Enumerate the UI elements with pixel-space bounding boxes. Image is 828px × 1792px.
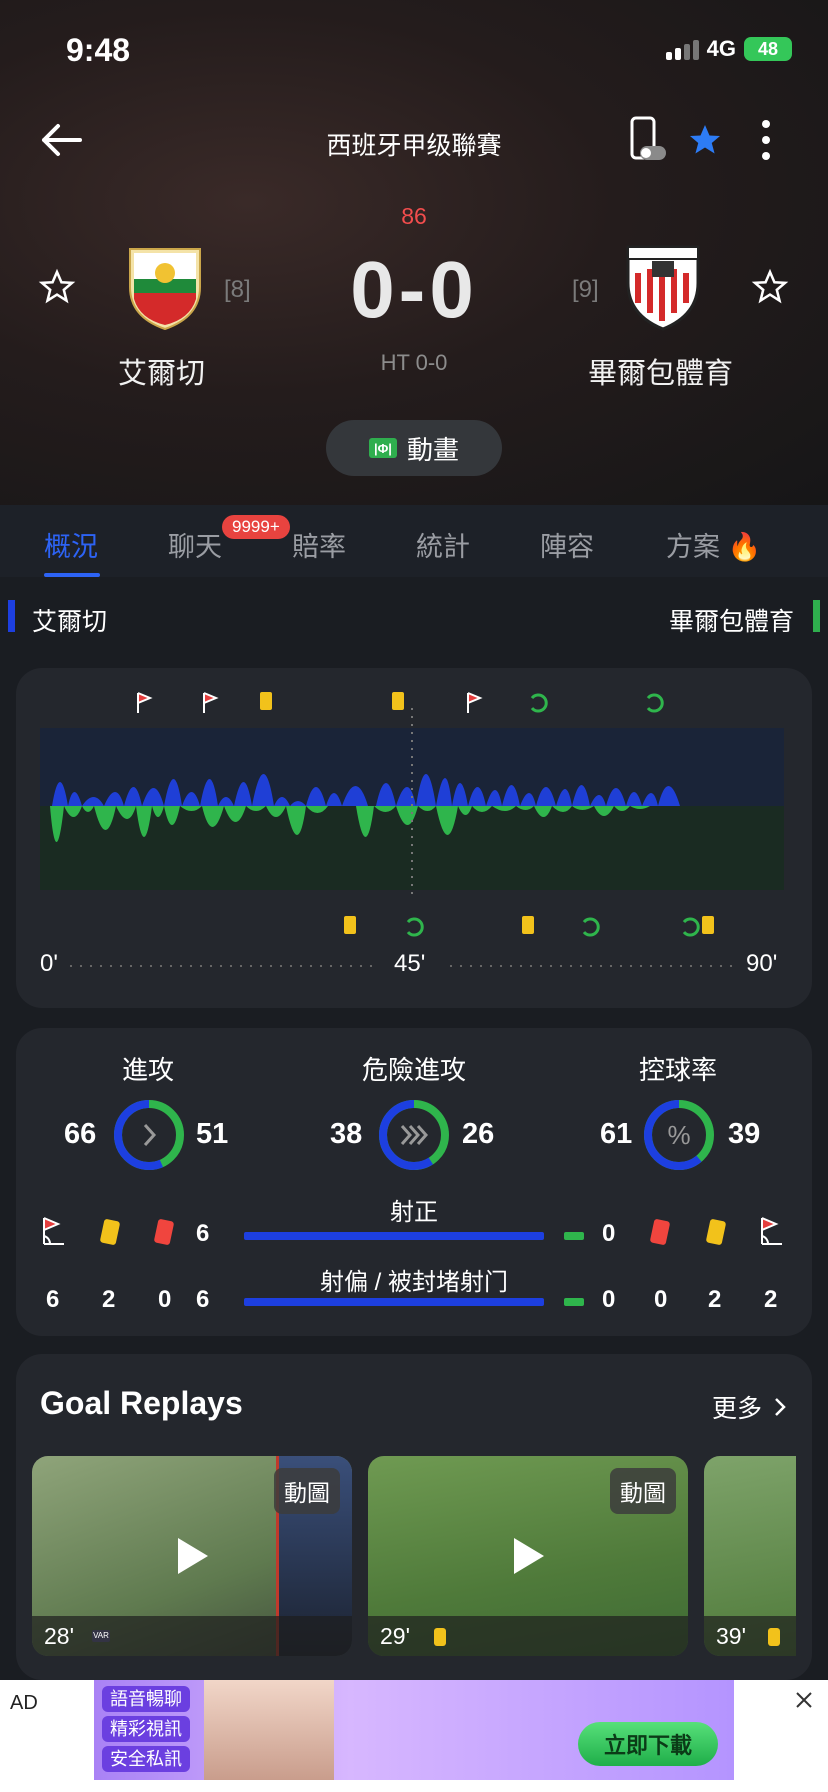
tab-overview[interactable]: 概況 xyxy=(44,525,98,564)
on-target-home-bar xyxy=(244,1232,544,1240)
video-1-footer xyxy=(32,1616,352,1656)
video-2-tag: 動圖 xyxy=(610,1468,676,1514)
animation-pitch-icon: |Φ| xyxy=(368,438,397,458)
svg-text:%: % xyxy=(667,1120,690,1150)
stats-card: 進攻 危險進攻 控球率 66 51 38 26 61 % 39 6 射正 0 6… xyxy=(16,1028,812,1336)
tab-bar: 概況 聊天 9999+ 賠率 統計 陣容 方案 🔥 xyxy=(0,505,828,577)
off-target-away: 0 xyxy=(602,1286,616,1313)
away-corners: 2 xyxy=(764,1286,778,1313)
dangerous-attack-ring xyxy=(379,1100,449,1170)
video-3-minute: 39' xyxy=(716,1623,746,1649)
replays-title: Goal Replays xyxy=(40,1385,243,1421)
clock: 9:48 xyxy=(66,32,131,68)
off-target-home-bar xyxy=(244,1298,544,1306)
possession-ring: % xyxy=(644,1100,714,1170)
away-follow-star-icon[interactable] xyxy=(751,268,789,306)
possession-label: 控球率 xyxy=(638,1055,717,1085)
phone-toggle-icon[interactable] xyxy=(628,116,668,162)
network-label: 4G xyxy=(706,36,736,61)
away-color-bar xyxy=(813,600,820,632)
signal-icon xyxy=(665,38,699,60)
video-1-tag: 動圖 xyxy=(274,1468,340,1514)
attack-ring xyxy=(114,1100,184,1170)
team-legend: 艾爾切 畢爾包體育 xyxy=(0,580,828,652)
ad-download-button[interactable]: 立即下載 xyxy=(578,1722,718,1766)
ad-chip-2: 精彩視訊 xyxy=(102,1716,190,1742)
athletic-club-crest-icon[interactable] xyxy=(622,243,704,331)
battery-icon: 48 xyxy=(744,37,792,61)
off-target-away-bar xyxy=(564,1298,584,1306)
favorite-star-icon[interactable] xyxy=(686,122,724,158)
away-corner-flag-icon xyxy=(761,1217,782,1245)
var-icon: VAR xyxy=(92,1630,110,1642)
off-target-label: 射偏 / 被封堵射门 xyxy=(319,1269,508,1296)
attack-home: 66 xyxy=(64,1118,97,1150)
more-link[interactable]: 更多 xyxy=(712,1389,786,1425)
play-icon[interactable] xyxy=(172,1534,212,1578)
tab-chat[interactable]: 聊天 xyxy=(168,525,222,564)
ad-photo xyxy=(204,1680,334,1780)
attack-away: 51 xyxy=(196,1118,229,1150)
animation-button[interactable]: |Φ| 動畫 xyxy=(326,420,502,476)
replay-video-2[interactable]: 動圖 29' xyxy=(368,1456,688,1656)
on-target-label: 射正 xyxy=(390,1199,438,1226)
animation-label: 動畫 xyxy=(406,434,459,465)
on-target-away-bar xyxy=(564,1232,584,1240)
tab-tips[interactable]: 方案 🔥 xyxy=(666,525,761,564)
active-tab-indicator xyxy=(44,573,100,577)
fire-icon: 🔥 xyxy=(727,532,762,562)
ad-label: AD xyxy=(10,1692,38,1714)
possession-home: 61 xyxy=(600,1118,633,1150)
chat-count-badge: 9999+ xyxy=(222,515,290,539)
ad-chip-3: 安全私訊 xyxy=(102,1746,190,1772)
video-1-minute: 28' xyxy=(44,1623,74,1649)
video-2-yellow-card-icon xyxy=(434,1628,446,1646)
dangerous-away: 26 xyxy=(462,1118,495,1150)
tab-tips-label: 方案 xyxy=(666,532,720,562)
match-minute: 86 xyxy=(401,203,427,229)
legend-home-team: 艾爾切 xyxy=(32,608,108,636)
ad-image[interactable]: 語音暢聊 精彩視訊 安全私訊 立即下載 xyxy=(94,1680,734,1780)
home-color-bar xyxy=(8,600,15,632)
replay-video-1[interactable]: 動圖 28' VAR xyxy=(32,1456,352,1656)
ad-chip-1: 語音暢聊 xyxy=(102,1686,190,1712)
axis-start-label: 0' xyxy=(40,950,58,977)
away-red-count: 0 xyxy=(654,1286,668,1313)
attack-label: 進攻 xyxy=(121,1055,174,1085)
away-team-name[interactable]: 畢爾包體育 xyxy=(588,350,733,392)
away-yellow-count: 2 xyxy=(708,1286,722,1313)
home-rank: [8] xyxy=(224,276,251,303)
axis-half-label: 45' xyxy=(394,950,426,977)
top-bar: 西班牙甲级聯賽 xyxy=(0,110,828,170)
more-menu-icon[interactable] xyxy=(762,120,770,160)
away-rank: [9] xyxy=(572,276,599,303)
dangerous-home: 38 xyxy=(330,1118,363,1150)
status-bar: 9:48 4G 48 xyxy=(0,28,828,72)
dangerous-attack-label: 危險進攻 xyxy=(361,1055,466,1085)
ad-banner[interactable]: AD 語音暢聊 精彩視訊 安全私訊 立即下載 xyxy=(0,1680,828,1792)
on-target-away: 0 xyxy=(602,1220,616,1247)
home-team-name[interactable]: 艾爾切 xyxy=(118,350,205,392)
video-2-footer xyxy=(368,1616,688,1656)
away-red-card-icon xyxy=(649,1218,671,1246)
tab-lineup[interactable]: 陣容 xyxy=(540,525,594,564)
video-3-yellow-card-icon xyxy=(768,1628,780,1646)
legend-away-team: 畢爾包體育 xyxy=(668,608,794,636)
possession-away: 39 xyxy=(728,1118,761,1150)
tab-odds[interactable]: 賠率 xyxy=(292,525,346,564)
chevron-right-icon xyxy=(775,1398,786,1416)
elche-crest-icon[interactable] xyxy=(124,243,206,331)
close-icon[interactable] xyxy=(794,1690,814,1710)
home-follow-star-icon[interactable] xyxy=(38,268,76,306)
more-label: 更多 xyxy=(711,1395,762,1423)
away-yellow-card-icon xyxy=(705,1218,727,1246)
replay-video-3[interactable]: 39' xyxy=(704,1456,796,1656)
play-icon[interactable] xyxy=(508,1534,548,1578)
tab-stats[interactable]: 統計 xyxy=(416,525,470,564)
axis-end-label: 90' xyxy=(746,950,778,977)
momentum-card: 0' 45' 90' xyxy=(16,668,812,1008)
video-2-minute: 29' xyxy=(380,1623,410,1649)
